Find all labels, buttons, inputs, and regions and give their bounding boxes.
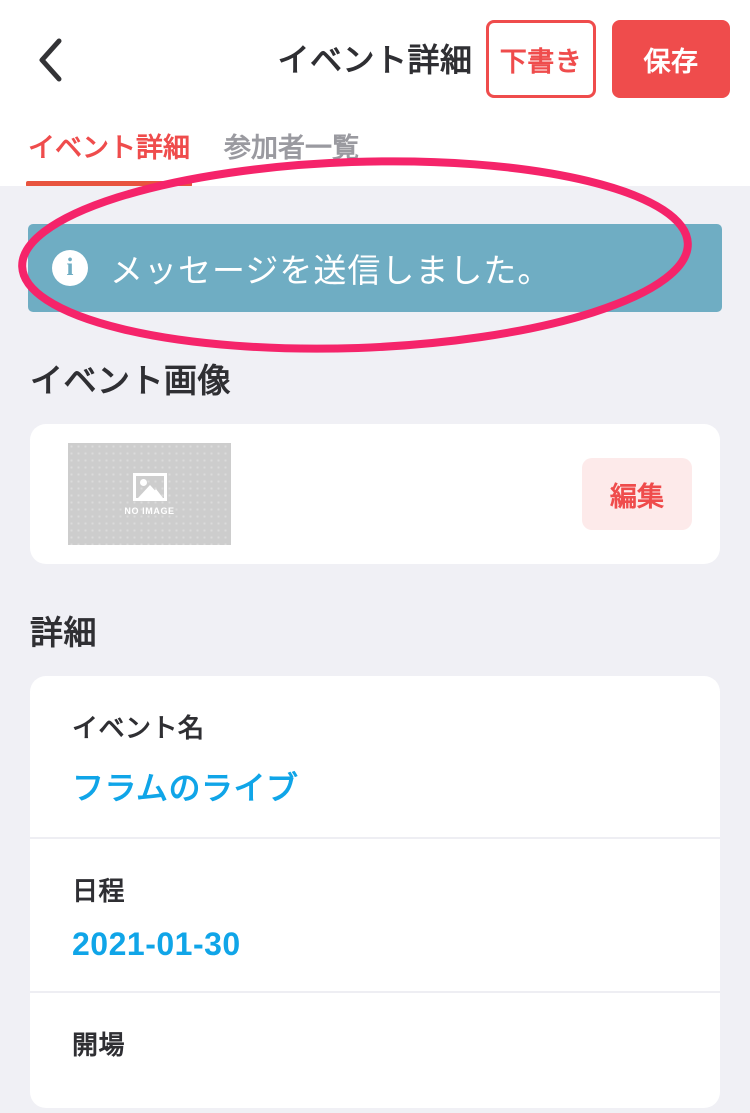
tab-bar: イベント詳細 参加者一覧: [0, 118, 750, 187]
header-actions: 下書き 保存: [486, 20, 730, 98]
photo-glyph: [132, 472, 167, 501]
detail-label: イベント名: [72, 713, 205, 743]
save-button[interactable]: 保存: [612, 20, 730, 98]
image-section-title: イベント画像: [30, 362, 231, 399]
detail-section-title: 詳細: [30, 614, 97, 651]
draft-button[interactable]: 下書き: [486, 20, 596, 98]
content-area: i メッセージを送信しました。 イベント画像 NO IMAGE 編集 詳細 イベ…: [0, 186, 750, 1113]
photo-placeholder-icon: NO IMAGE: [68, 443, 231, 545]
app-header: イベント詳細 下書き 保存: [0, 0, 750, 118]
mountain-small-shape: [148, 488, 163, 498]
tab-participant-list[interactable]: 参加者一覧: [224, 118, 359, 165]
back-button[interactable]: [18, 28, 82, 92]
event-detail-screen: イベント詳細 下書き 保存 イベント詳細 参加者一覧 i メッセージを送信しまし…: [0, 0, 750, 1113]
event-detail-card: イベント名 フラムのライブ 日程 2021-01-30 開場: [30, 676, 720, 1108]
status-banner-message: メッセージを送信しました。: [110, 252, 552, 289]
detail-value: 2021-01-30: [72, 926, 241, 962]
edit-image-button[interactable]: 編集: [582, 458, 692, 530]
detail-row-date[interactable]: 日程 2021-01-30: [30, 839, 720, 993]
tab-event-detail[interactable]: イベント詳細: [26, 118, 192, 187]
status-banner: i メッセージを送信しました。: [28, 224, 722, 312]
detail-label: 開場: [72, 1030, 126, 1060]
detail-row-event-name[interactable]: イベント名 フラムのライブ: [30, 676, 720, 839]
detail-value: フラムのライブ: [72, 770, 299, 806]
detail-row-open-time[interactable]: 開場: [30, 993, 720, 1108]
chevron-left-icon: [35, 36, 65, 84]
no-image-label: NO IMAGE: [124, 505, 175, 516]
info-circle-icon: i: [52, 250, 88, 286]
detail-label: 日程: [72, 876, 126, 906]
event-image-card: NO IMAGE 編集: [30, 424, 720, 564]
